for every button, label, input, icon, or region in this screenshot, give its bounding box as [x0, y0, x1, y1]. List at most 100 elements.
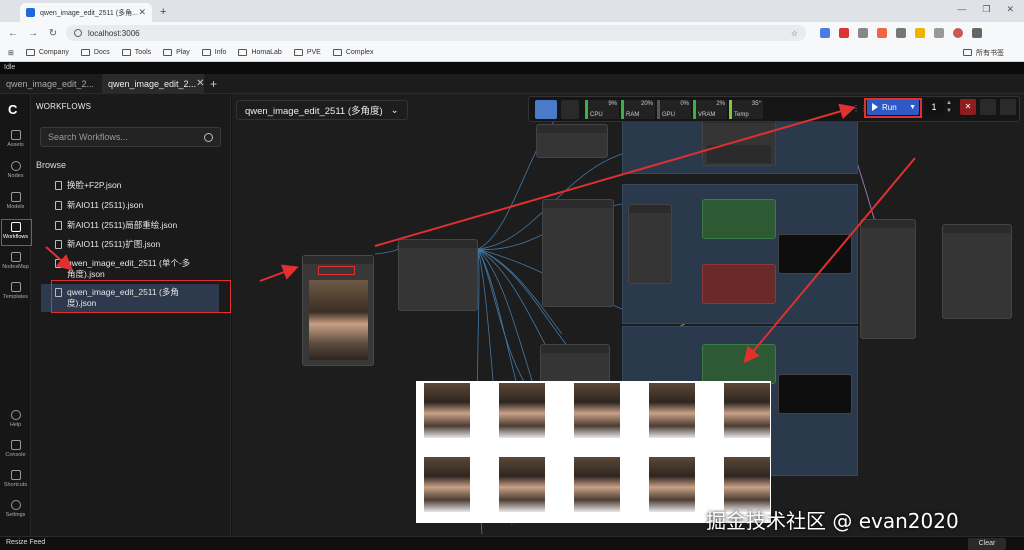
bookmark-complex[interactable]: Complex [332, 49, 373, 56]
translate-icon[interactable] [820, 28, 830, 38]
workflow-item[interactable]: qwen_image_edit_2511 (单个-多角度).json [55, 258, 195, 280]
workflow-node-green[interactable] [702, 199, 776, 239]
result-thumbnail[interactable] [574, 457, 620, 512]
iconbar-help[interactable]: Help [0, 410, 31, 428]
result-thumbnail[interactable] [574, 383, 620, 438]
result-thumbnail[interactable] [649, 383, 695, 438]
result-thumbnail[interactable] [424, 383, 470, 438]
reload-icon[interactable]: ↻ [46, 28, 60, 39]
bookmark-docs[interactable]: Docs [80, 49, 110, 56]
folder-icon [963, 49, 972, 56]
browser-tab-strip: qwen_image_edit_2511 (多角... ✕ + — ❐ ✕ [0, 0, 1024, 22]
comfy-favicon-icon [26, 8, 35, 17]
iconbar-assets[interactable]: Assets [0, 130, 31, 148]
iconbar-shortcuts[interactable]: Shortcuts [0, 470, 31, 488]
address-bar[interactable]: localhost:3006 ☆ [66, 25, 806, 41]
ram-meter: 20% RAM [621, 100, 655, 119]
batch-count-input[interactable]: 1 [924, 99, 944, 115]
all-bookmarks[interactable]: 所有书签 [963, 48, 1004, 58]
add-workflow-tab-icon[interactable]: + [210, 77, 217, 91]
workflow-tab-1[interactable]: qwen_image_edit_2... [0, 74, 102, 94]
workflow-node[interactable] [942, 224, 1012, 319]
workflow-canvas[interactable]: qwen_image_edit_2511 (多角度) ⌄ 9% CPU 20% RA… [232, 94, 1024, 536]
browser-tab[interactable]: qwen_image_edit_2511 (多角... ✕ [20, 3, 152, 22]
extension-star-icon[interactable] [915, 28, 925, 38]
iconbar-templates[interactable]: Templates [0, 282, 31, 300]
folder-icon [121, 49, 131, 56]
workflow-tabs: qwen_image_edit_2... qwen_image_edit_2..… [0, 73, 1024, 94]
bookmark-play[interactable]: Play [163, 49, 190, 56]
vram-meter: 2% VRAM [693, 100, 727, 119]
workflow-node[interactable] [398, 239, 478, 311]
workflow-node[interactable] [778, 374, 852, 414]
workflow-node[interactable] [778, 234, 852, 274]
forward-icon[interactable]: → [26, 28, 40, 39]
clear-button[interactable]: Clear [968, 538, 1006, 550]
iconbar-settings[interactable]: Settings [0, 500, 31, 518]
map-icon [10, 252, 21, 262]
profile-avatar-icon[interactable] [953, 28, 963, 38]
bookmark-pve[interactable]: PVE [293, 49, 321, 56]
portrait-image [309, 280, 368, 360]
cpu-meter: 9% CPU [585, 100, 619, 119]
result-thumbnail[interactable] [424, 457, 470, 512]
bookmark-tools[interactable]: Tools [121, 49, 151, 56]
workflow-node[interactable] [860, 219, 916, 339]
maximize-icon[interactable]: ❐ [982, 4, 990, 15]
workflow-item[interactable]: 换脸+F2P.json [55, 180, 225, 191]
close-icon[interactable]: ✕ [138, 7, 146, 18]
workflow-node[interactable] [542, 199, 614, 307]
gpu-meter: 0% GPU [657, 100, 691, 119]
batch-stepper-icon[interactable]: ▲ ▼ [946, 99, 952, 115]
iconbar-models[interactable]: Models [0, 192, 31, 210]
back-icon[interactable]: ← [6, 28, 20, 39]
bookmark-homalab[interactable]: HomaLab [238, 49, 282, 56]
apps-grid-icon[interactable]: ⊞ [8, 49, 14, 57]
new-tab-plus-icon[interactable]: + [160, 6, 166, 18]
window-close-icon[interactable]: ✕ [1006, 4, 1014, 15]
result-thumbnail[interactable] [499, 457, 545, 512]
bookmark-icon[interactable] [561, 100, 579, 119]
workflow-item[interactable]: 新AIO11 (2511).json [55, 200, 225, 211]
site-info-icon[interactable] [74, 29, 82, 37]
extensions-puzzle-icon[interactable] [934, 28, 944, 38]
history-icon[interactable] [980, 99, 996, 115]
result-thumbnail[interactable] [724, 457, 770, 512]
result-thumbnail[interactable] [499, 383, 545, 438]
file-icon [55, 221, 62, 230]
resize-feed-button[interactable]: Resize Feed [6, 539, 45, 546]
iconbar-console[interactable]: Console [0, 440, 31, 458]
workflow-item[interactable]: 新AIO11 (2511)扩图.json [55, 239, 225, 250]
cancel-button[interactable]: ✕ [960, 99, 976, 115]
queue-logo-icon[interactable] [535, 100, 557, 119]
workflow-tab-2[interactable]: qwen_image_edit_2... ✕ [102, 73, 204, 94]
reader-icon[interactable] [858, 28, 868, 38]
panel-toggle-icon[interactable] [1000, 99, 1016, 115]
iconbar-nodes[interactable]: Nodes [0, 161, 31, 179]
notes-icon[interactable] [896, 28, 906, 38]
result-thumbnail[interactable] [724, 383, 770, 438]
workflow-name-dropdown[interactable]: qwen_image_edit_2511 (多角度) ⌄ [236, 100, 408, 120]
menu-dots-icon[interactable] [972, 28, 982, 38]
bookmark-company[interactable]: Company [25, 49, 69, 56]
iconbar-nodesmap[interactable]: NodesMap [0, 252, 31, 270]
keyboard-icon [10, 470, 21, 480]
file-icon [55, 181, 62, 190]
workflow-node[interactable] [536, 124, 608, 158]
gmail-icon[interactable] [877, 28, 887, 38]
bookmark-star-icon[interactable]: ☆ [791, 29, 798, 38]
close-icon[interactable]: ✕ [196, 78, 204, 89]
workflow-item[interactable]: 新AIO11 (2511)局部重绘.json [55, 220, 225, 231]
search-workflows-input[interactable]: Search Workflows... [40, 127, 221, 147]
template-icon [10, 282, 21, 292]
browser-toolbar: ← → ↻ localhost:3006 ☆ [0, 22, 1024, 44]
workflow-node-red[interactable] [702, 264, 776, 304]
workflow-node[interactable] [628, 204, 672, 284]
search-icon [204, 132, 213, 142]
result-thumbnail[interactable] [649, 457, 695, 512]
nodes-icon [10, 161, 21, 171]
opera-icon[interactable] [839, 28, 849, 38]
workflow-node-green[interactable] [702, 344, 776, 384]
minimize-icon[interactable]: — [957, 4, 966, 15]
bookmark-info[interactable]: Info [201, 49, 226, 56]
